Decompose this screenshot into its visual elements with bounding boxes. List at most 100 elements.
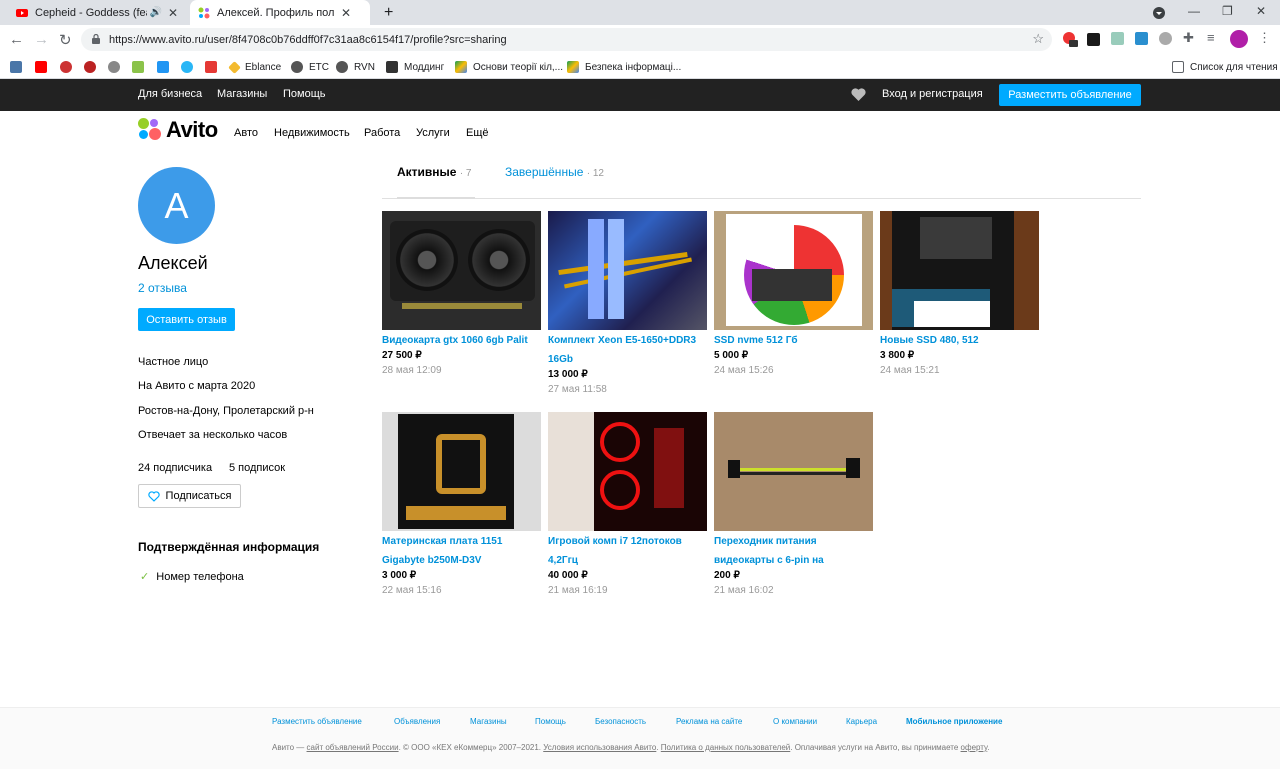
listing-photo-gaming-pc[interactable] (548, 412, 707, 531)
footer-link-terms[interactable]: Условия использования Авито (543, 743, 656, 752)
listing-card[interactable]: Игровой комп i7 12потоков 4,2Ггц 40 000 … (548, 412, 707, 599)
listing-title[interactable]: Видеокарта gtx 1060 6gb Palit (382, 335, 528, 346)
tab-completed-count: · 12 (586, 168, 604, 179)
extensions-puzzle-icon[interactable]: ✚ (1183, 30, 1194, 46)
tab-active[interactable]: Активные · 7 (397, 165, 472, 179)
footer-link-ads[interactable]: Объявления (394, 717, 440, 726)
bookmark-icon[interactable] (84, 61, 96, 73)
bookmark-icon[interactable] (157, 61, 169, 73)
footer-link-help[interactable]: Помощь (535, 717, 566, 726)
footer-link-offer[interactable]: оферту (961, 743, 988, 752)
subscribe-button[interactable]: Подписаться (138, 484, 241, 508)
youtube-icon[interactable] (35, 61, 47, 73)
listing-title[interactable]: Новые SSD 480, 512 (880, 335, 979, 346)
listing-card[interactable]: Комплект Xeon E5-1650+DDR3 16Gb 13 000 ₽… (548, 211, 707, 398)
browser-tab-bar: Cepheid - Goddess (feat. No 🔊 ✕ Алексей.… (0, 0, 1280, 25)
subscriptions-link[interactable]: 5 подписок (229, 462, 285, 474)
speaker-icon[interactable]: 🔊 (149, 7, 161, 18)
listing-price: 27 500 ₽ (382, 350, 422, 361)
nav-realty[interactable]: Недвижимость (274, 127, 350, 139)
listing-title[interactable]: SSD nvme 512 Гб (714, 335, 798, 346)
extension-icon[interactable] (1087, 33, 1100, 46)
maximize-icon[interactable]: ❐ (1222, 4, 1233, 18)
listing-photo-gpu[interactable] (382, 211, 541, 330)
listing-card[interactable]: Материнская плата 1151 Gigabyte b250M-D3… (382, 412, 541, 599)
bookmark-icon[interactable] (132, 61, 144, 73)
footer-link-shops[interactable]: Магазины (470, 717, 507, 726)
reading-list[interactable]: Список для чтения (1172, 59, 1278, 75)
extension-icon[interactable] (1135, 32, 1148, 45)
login-link[interactable]: Вход и регистрация (882, 88, 983, 100)
bookmark-icon[interactable] (60, 61, 72, 73)
menu-kebab-icon[interactable]: ⋮ (1258, 30, 1271, 46)
close-tab-icon[interactable]: ✕ (168, 6, 178, 20)
listing-title[interactable]: Игровой комп i7 12потоков 4,2Ггц (548, 536, 682, 566)
address-bar[interactable]: https://www.avito.ru/user/8f4708c0b76ddf… (81, 28, 1052, 51)
reload-icon[interactable]: ↻ (59, 31, 72, 49)
link-shops[interactable]: Магазины (217, 88, 267, 100)
opera-vpn-extension-icon[interactable] (1062, 31, 1078, 47)
listing-photo-motherboard[interactable] (382, 412, 541, 531)
avito-logo[interactable]: Avito (138, 117, 218, 143)
listing-photo-power-adapter[interactable] (714, 412, 873, 531)
nav-auto[interactable]: Авто (234, 127, 258, 139)
footer-link-about[interactable]: О компании (773, 717, 817, 726)
subscribers-link[interactable]: 24 подписчика (138, 462, 212, 474)
tab-completed[interactable]: Завершённые · 12 (505, 165, 604, 179)
back-icon[interactable]: ← (9, 31, 24, 48)
listing-card[interactable]: Новые SSD 480, 512 3 800 ₽ 24 мая 15:21 (880, 211, 1039, 379)
listing-card[interactable]: SSD nvme 512 Гб 5 000 ₽ 24 мая 15:26 (714, 211, 873, 379)
react-icon[interactable] (181, 61, 193, 73)
profile-dropdown-icon[interactable] (1153, 7, 1165, 19)
browser-tab-youtube[interactable]: Cepheid - Goddess (feat. No 🔊 ✕ (8, 0, 186, 25)
footer-link-mobile-app[interactable]: Мобильное приложение (906, 717, 1002, 726)
close-window-icon[interactable]: ✕ (1256, 4, 1266, 18)
link-help[interactable]: Помощь (283, 88, 326, 100)
bookmark-star-icon[interactable]: ☆ (1032, 31, 1044, 47)
bookmark-icon[interactable] (205, 61, 217, 73)
close-tab-icon[interactable]: ✕ (341, 6, 351, 20)
extension-icon[interactable] (1111, 32, 1124, 45)
footer-link-advertising[interactable]: Реклама на сайте (676, 717, 742, 726)
nav-jobs[interactable]: Работа (364, 127, 400, 139)
listing-photo-ssd[interactable] (880, 211, 1039, 330)
forward-icon[interactable]: → (34, 31, 49, 48)
post-ad-button[interactable]: Разместить объявление (999, 84, 1141, 106)
bookmark-security[interactable]: Безпека інформаці... (567, 59, 681, 75)
nav-services[interactable]: Услуги (416, 127, 450, 139)
binance-icon (228, 60, 241, 74)
new-tab-button[interactable]: + (376, 0, 401, 25)
vk-icon[interactable] (10, 61, 22, 73)
listing-title[interactable]: Комплект Xeon E5-1650+DDR3 16Gb (548, 335, 696, 365)
listing-card[interactable]: Переходник питания видеокарты с 6-pin на… (714, 412, 873, 599)
footer-link-careers[interactable]: Карьера (846, 717, 877, 726)
browser-tab-avito[interactable]: Алексей. Профиль пользовате ✕ (190, 0, 370, 25)
footer-link-post-ad[interactable]: Разместить объявление (272, 717, 362, 726)
extension-icon[interactable] (1159, 32, 1172, 45)
listing-title[interactable]: Материнская плата 1151 Gigabyte b250M-D3… (382, 536, 502, 566)
listing-photo-ssd-nvme[interactable] (714, 211, 873, 330)
link-business[interactable]: Для бизнеса (138, 88, 202, 100)
footer-link-privacy[interactable]: Политика о данных пользователей (661, 743, 790, 752)
footer-link-security[interactable]: Безопасность (595, 717, 646, 726)
footer-link-classifieds[interactable]: сайт объявлений России (307, 743, 399, 752)
bookmark-modding[interactable]: Моддинг (386, 59, 444, 75)
apple-icon[interactable] (108, 61, 120, 73)
minimize-icon[interactable]: — (1188, 4, 1200, 18)
bookmark-rvn[interactable]: RVN (336, 59, 375, 75)
listing-price: 3 800 ₽ (880, 350, 915, 361)
media-control-icon[interactable]: ≡ (1207, 30, 1215, 45)
bookmark-etc[interactable]: ETC (291, 59, 329, 75)
leave-review-button[interactable]: Оставить отзыв (138, 308, 235, 331)
reviews-link[interactable]: 2 отзыва (138, 281, 187, 295)
bookmark-eblance[interactable]: Eblance (228, 59, 281, 75)
listing-card[interactable]: Видеокарта gtx 1060 6gb Palit 27 500 ₽ 2… (382, 211, 541, 379)
favorites-heart-icon[interactable] (851, 88, 866, 101)
listing-date: 24 мая 15:26 (714, 365, 774, 376)
profile-avatar-icon[interactable] (1230, 30, 1248, 48)
listing-title[interactable]: Переходник питания видеокарты с 6-pin на (714, 536, 824, 566)
nav-more[interactable]: Ещё (466, 127, 489, 139)
bookmark-circuits[interactable]: Основи теорії кіл,... (455, 59, 563, 75)
response-time: Отвечает за несколько часов (138, 429, 288, 441)
listing-photo-xeon-kit[interactable] (548, 211, 707, 330)
